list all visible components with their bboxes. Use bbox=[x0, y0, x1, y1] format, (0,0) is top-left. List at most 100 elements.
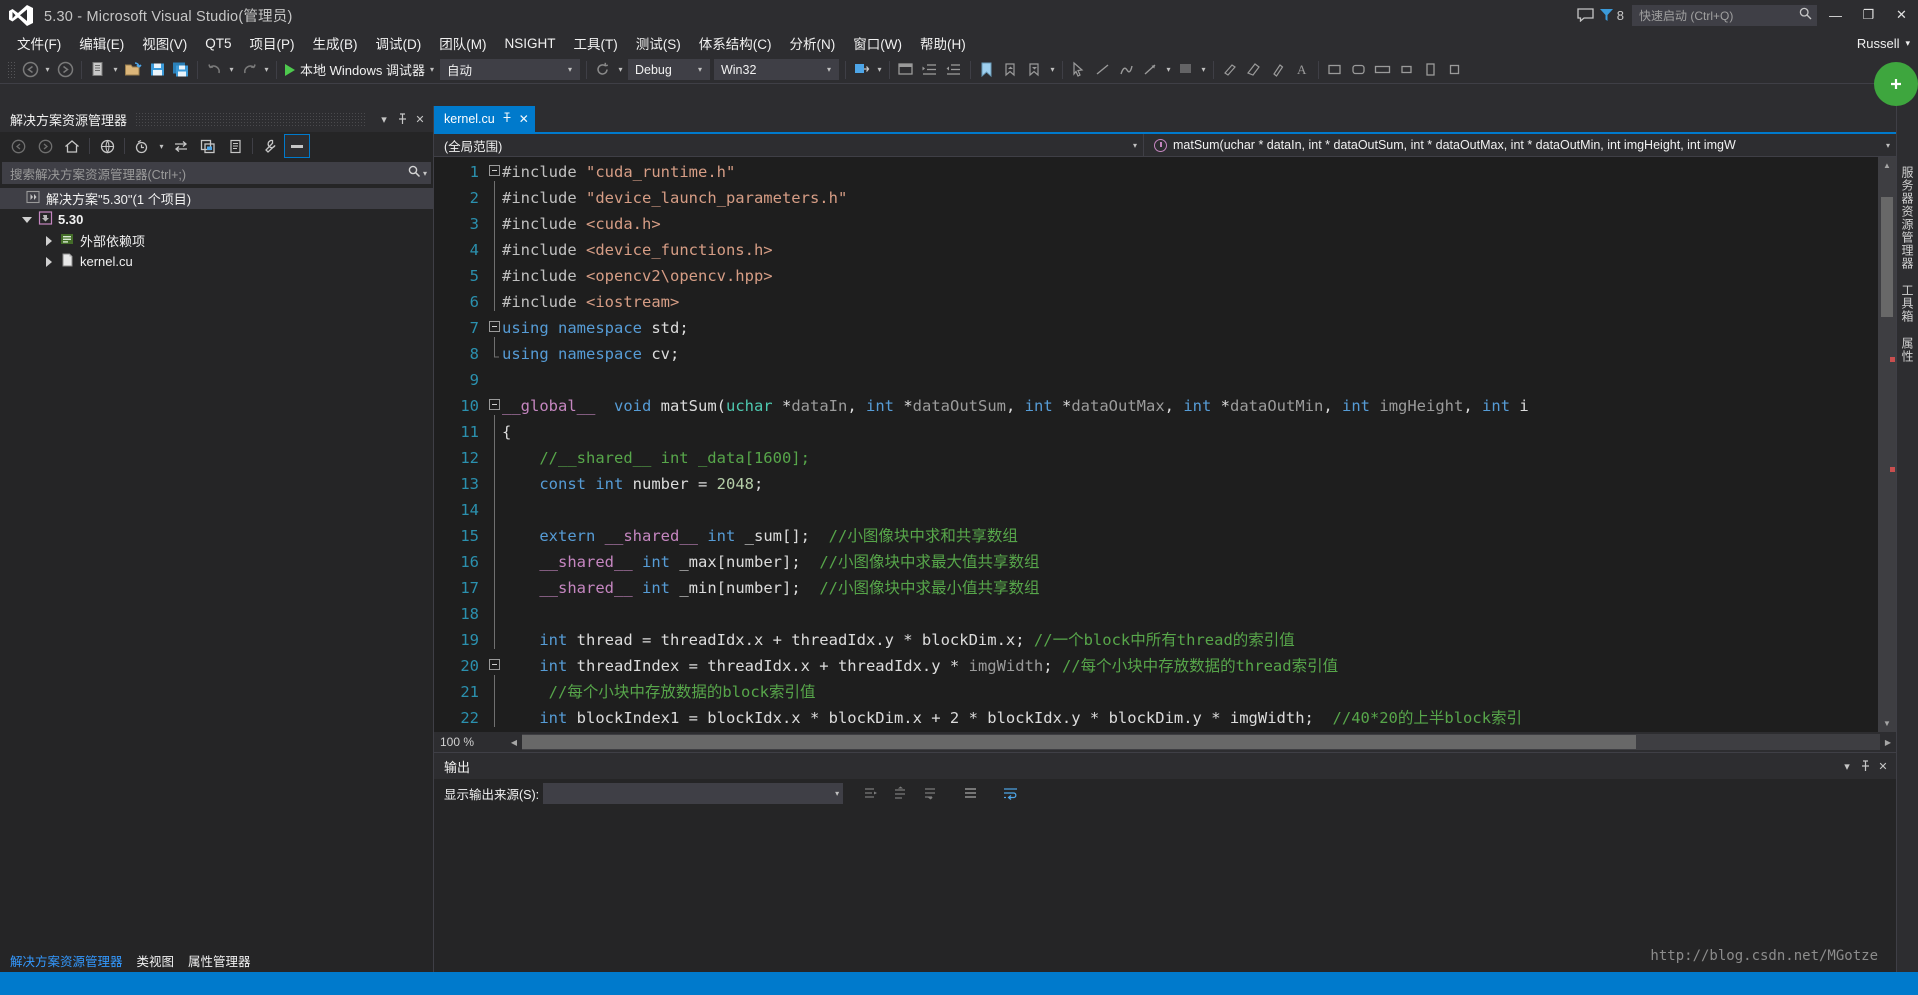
wide-rect-shape-icon[interactable] bbox=[1371, 58, 1395, 82]
rect-shape-icon[interactable] bbox=[1323, 58, 1347, 82]
code-line[interactable]: 1 #include "cuda_runtime.h" bbox=[434, 159, 1878, 185]
previous-bookmark-icon[interactable] bbox=[999, 58, 1023, 82]
menu-item-team[interactable]: 团队(M) bbox=[430, 31, 495, 55]
vertical-scrollbar-thumb[interactable] bbox=[1881, 197, 1893, 317]
code-line[interactable]: 17 __shared__ int _min[number]; //小图像块中求… bbox=[434, 570, 1878, 601]
code-line[interactable]: 8 using namespace cv; bbox=[434, 336, 1878, 367]
tall-rect-shape-icon[interactable] bbox=[1419, 58, 1443, 82]
panel-drag-handle[interactable] bbox=[135, 112, 367, 126]
previous-message-icon[interactable] bbox=[887, 782, 913, 804]
arrow-tool-icon[interactable] bbox=[1139, 58, 1163, 82]
back-icon[interactable] bbox=[5, 134, 31, 158]
pin-icon[interactable] bbox=[502, 112, 512, 126]
code-editor[interactable]: 1 #include "cuda_runtime.h" 2 #include "dev… bbox=[434, 157, 1896, 732]
toggle-word-wrap-icon[interactable] bbox=[997, 782, 1023, 804]
menu-item-project[interactable]: 项目(P) bbox=[241, 31, 304, 55]
code-line[interactable]: 5 #include <opencv2\opencv.hpp> bbox=[434, 258, 1878, 289]
navigate-back-icon[interactable] bbox=[18, 58, 42, 82]
chevron-down-icon[interactable]: ▾ bbox=[423, 169, 427, 178]
tree-expander-down[interactable] bbox=[20, 216, 33, 223]
code-line[interactable]: 2 #include "device_launch_parameters.h" bbox=[434, 180, 1878, 211]
debug-target-combo[interactable]: 自动 ▾ bbox=[439, 59, 580, 80]
next-message-icon[interactable] bbox=[917, 782, 943, 804]
attach-dropdown[interactable]: ▾ bbox=[874, 58, 885, 82]
code-line[interactable]: 10 __global__ void matSum(uchar *dataIn, … bbox=[434, 393, 1878, 419]
code-line[interactable]: 11 { bbox=[434, 414, 1878, 445]
menu-item-file[interactable]: 文件(F) bbox=[8, 31, 70, 55]
refresh-dropdown[interactable]: ▾ bbox=[615, 58, 626, 82]
scroll-left-button[interactable]: ◀ bbox=[506, 738, 522, 747]
highlighter-icon[interactable] bbox=[1218, 58, 1242, 82]
solution-explorer-search-input[interactable]: 搜索解决方案资源管理器(Ctrl+;) ▾ bbox=[2, 162, 431, 184]
horizontal-scrollbar[interactable] bbox=[522, 734, 1880, 750]
small-rect-shape-icon[interactable] bbox=[1395, 58, 1419, 82]
indent-icon[interactable] bbox=[918, 58, 942, 82]
clear-all-icon[interactable] bbox=[957, 782, 983, 804]
menu-item-window[interactable]: 窗口(W) bbox=[844, 31, 911, 55]
tree-item-external-dependencies[interactable]: 外部依赖项 bbox=[0, 230, 433, 251]
menu-item-edit[interactable]: 编辑(E) bbox=[70, 31, 133, 55]
menu-item-test[interactable]: 测试(S) bbox=[627, 31, 690, 55]
undo-icon[interactable] bbox=[202, 58, 226, 82]
menu-item-qt5[interactable]: QT5 bbox=[196, 34, 240, 53]
chevron-down-icon[interactable]: ▾ bbox=[375, 109, 393, 129]
code-line[interactable]: 6 #include <iostream> bbox=[434, 284, 1878, 315]
menu-item-analyze[interactable]: 分析(N) bbox=[781, 31, 845, 55]
rail-tab-server-explorer[interactable]: 服务器资源管理器 bbox=[1899, 166, 1916, 270]
close-icon[interactable]: ✕ bbox=[411, 109, 429, 129]
code-line[interactable]: 4 #include <device_functions.h> bbox=[434, 232, 1878, 263]
menu-item-view[interactable]: 视图(V) bbox=[133, 31, 196, 55]
properties-icon[interactable] bbox=[257, 134, 283, 158]
code-line[interactable]: 14 bbox=[434, 492, 1878, 523]
code-line[interactable]: 7 using namespace std; bbox=[434, 315, 1878, 341]
new-item-icon[interactable] bbox=[894, 58, 918, 82]
toolbar-grip[interactable] bbox=[7, 60, 15, 79]
code-line[interactable]: 13 const int number = 2048; bbox=[434, 466, 1878, 497]
go-to-message-icon[interactable] bbox=[857, 782, 883, 804]
forward-icon[interactable] bbox=[32, 134, 58, 158]
horizontal-scrollbar-thumb[interactable] bbox=[522, 735, 1636, 749]
fill-color-icon[interactable] bbox=[1174, 58, 1198, 82]
editor-scrollbar-margin[interactable]: ▲ ▼ bbox=[1878, 157, 1896, 732]
menu-item-nsight[interactable]: NSIGHT bbox=[496, 34, 565, 53]
code-line[interactable]: 16 __shared__ int _max[number]; //小图像块中求… bbox=[434, 544, 1878, 575]
output-source-combo[interactable]: ▾ bbox=[543, 782, 844, 804]
menu-item-help[interactable]: 帮助(H) bbox=[911, 31, 975, 55]
member-combo[interactable]: matSum(uchar * dataIn, int * dataOutSum,… bbox=[1144, 134, 1896, 157]
save-all-icon[interactable] bbox=[169, 58, 193, 82]
tab-class-view[interactable]: 类视图 bbox=[137, 951, 175, 970]
open-file-icon[interactable] bbox=[121, 58, 145, 82]
rail-tab-toolbox[interactable]: 工具箱 bbox=[1899, 284, 1916, 323]
menu-item-architecture[interactable]: 体系结构(C) bbox=[690, 31, 781, 55]
code-line[interactable]: 21 //每个小块中存放数据的block索引值 bbox=[434, 674, 1878, 705]
feedback-icon[interactable] bbox=[1573, 4, 1599, 26]
close-button[interactable]: ✕ bbox=[1885, 0, 1918, 30]
fill-color-dropdown[interactable]: ▾ bbox=[1198, 58, 1209, 82]
show-all-files-dropdown[interactable]: ▾ bbox=[156, 134, 167, 158]
refresh-icon[interactable] bbox=[591, 58, 615, 82]
refresh-icon[interactable] bbox=[168, 134, 194, 158]
line-tool-icon[interactable] bbox=[1091, 58, 1115, 82]
code-line[interactable]: 12 //__shared__ int _data[1600]; bbox=[434, 440, 1878, 471]
scroll-down-button[interactable]: ▼ bbox=[1878, 715, 1896, 732]
tree-item-solution[interactable]: 解决方案"5.30"(1 个项目) bbox=[0, 188, 433, 209]
output-panel-body[interactable]: http://blog.csdn.net/MGotze bbox=[434, 807, 1896, 972]
code-line[interactable]: 15 extern __shared__ int _sum[]; //小图像块中… bbox=[434, 518, 1878, 549]
pending-changes-icon[interactable] bbox=[94, 134, 120, 158]
maximize-button[interactable]: ❐ bbox=[1852, 0, 1885, 30]
square-shape-icon[interactable] bbox=[1443, 58, 1467, 82]
chevron-down-icon[interactable]: ▾ bbox=[1838, 756, 1856, 776]
pin-icon[interactable] bbox=[393, 109, 411, 129]
pointer-icon[interactable] bbox=[1067, 58, 1091, 82]
tab-property-manager[interactable]: 属性管理器 bbox=[188, 951, 251, 970]
code-line[interactable]: 3 #include <cuda.h> bbox=[434, 206, 1878, 237]
collapse-all-icon[interactable] bbox=[195, 134, 221, 158]
close-icon[interactable]: ✕ bbox=[1874, 756, 1892, 776]
tree-item-project[interactable]: 5.30 bbox=[0, 209, 433, 230]
marker-icon[interactable] bbox=[1266, 58, 1290, 82]
attach-to-process-icon[interactable] bbox=[850, 58, 874, 82]
scope-combo[interactable]: (全局范围) ▾ bbox=[434, 133, 1144, 157]
search-icon[interactable] bbox=[1799, 7, 1812, 23]
code-line[interactable]: 19 int thread = threadIdx.x + threadIdx.… bbox=[434, 622, 1878, 653]
code-line[interactable]: 18 bbox=[434, 596, 1878, 627]
